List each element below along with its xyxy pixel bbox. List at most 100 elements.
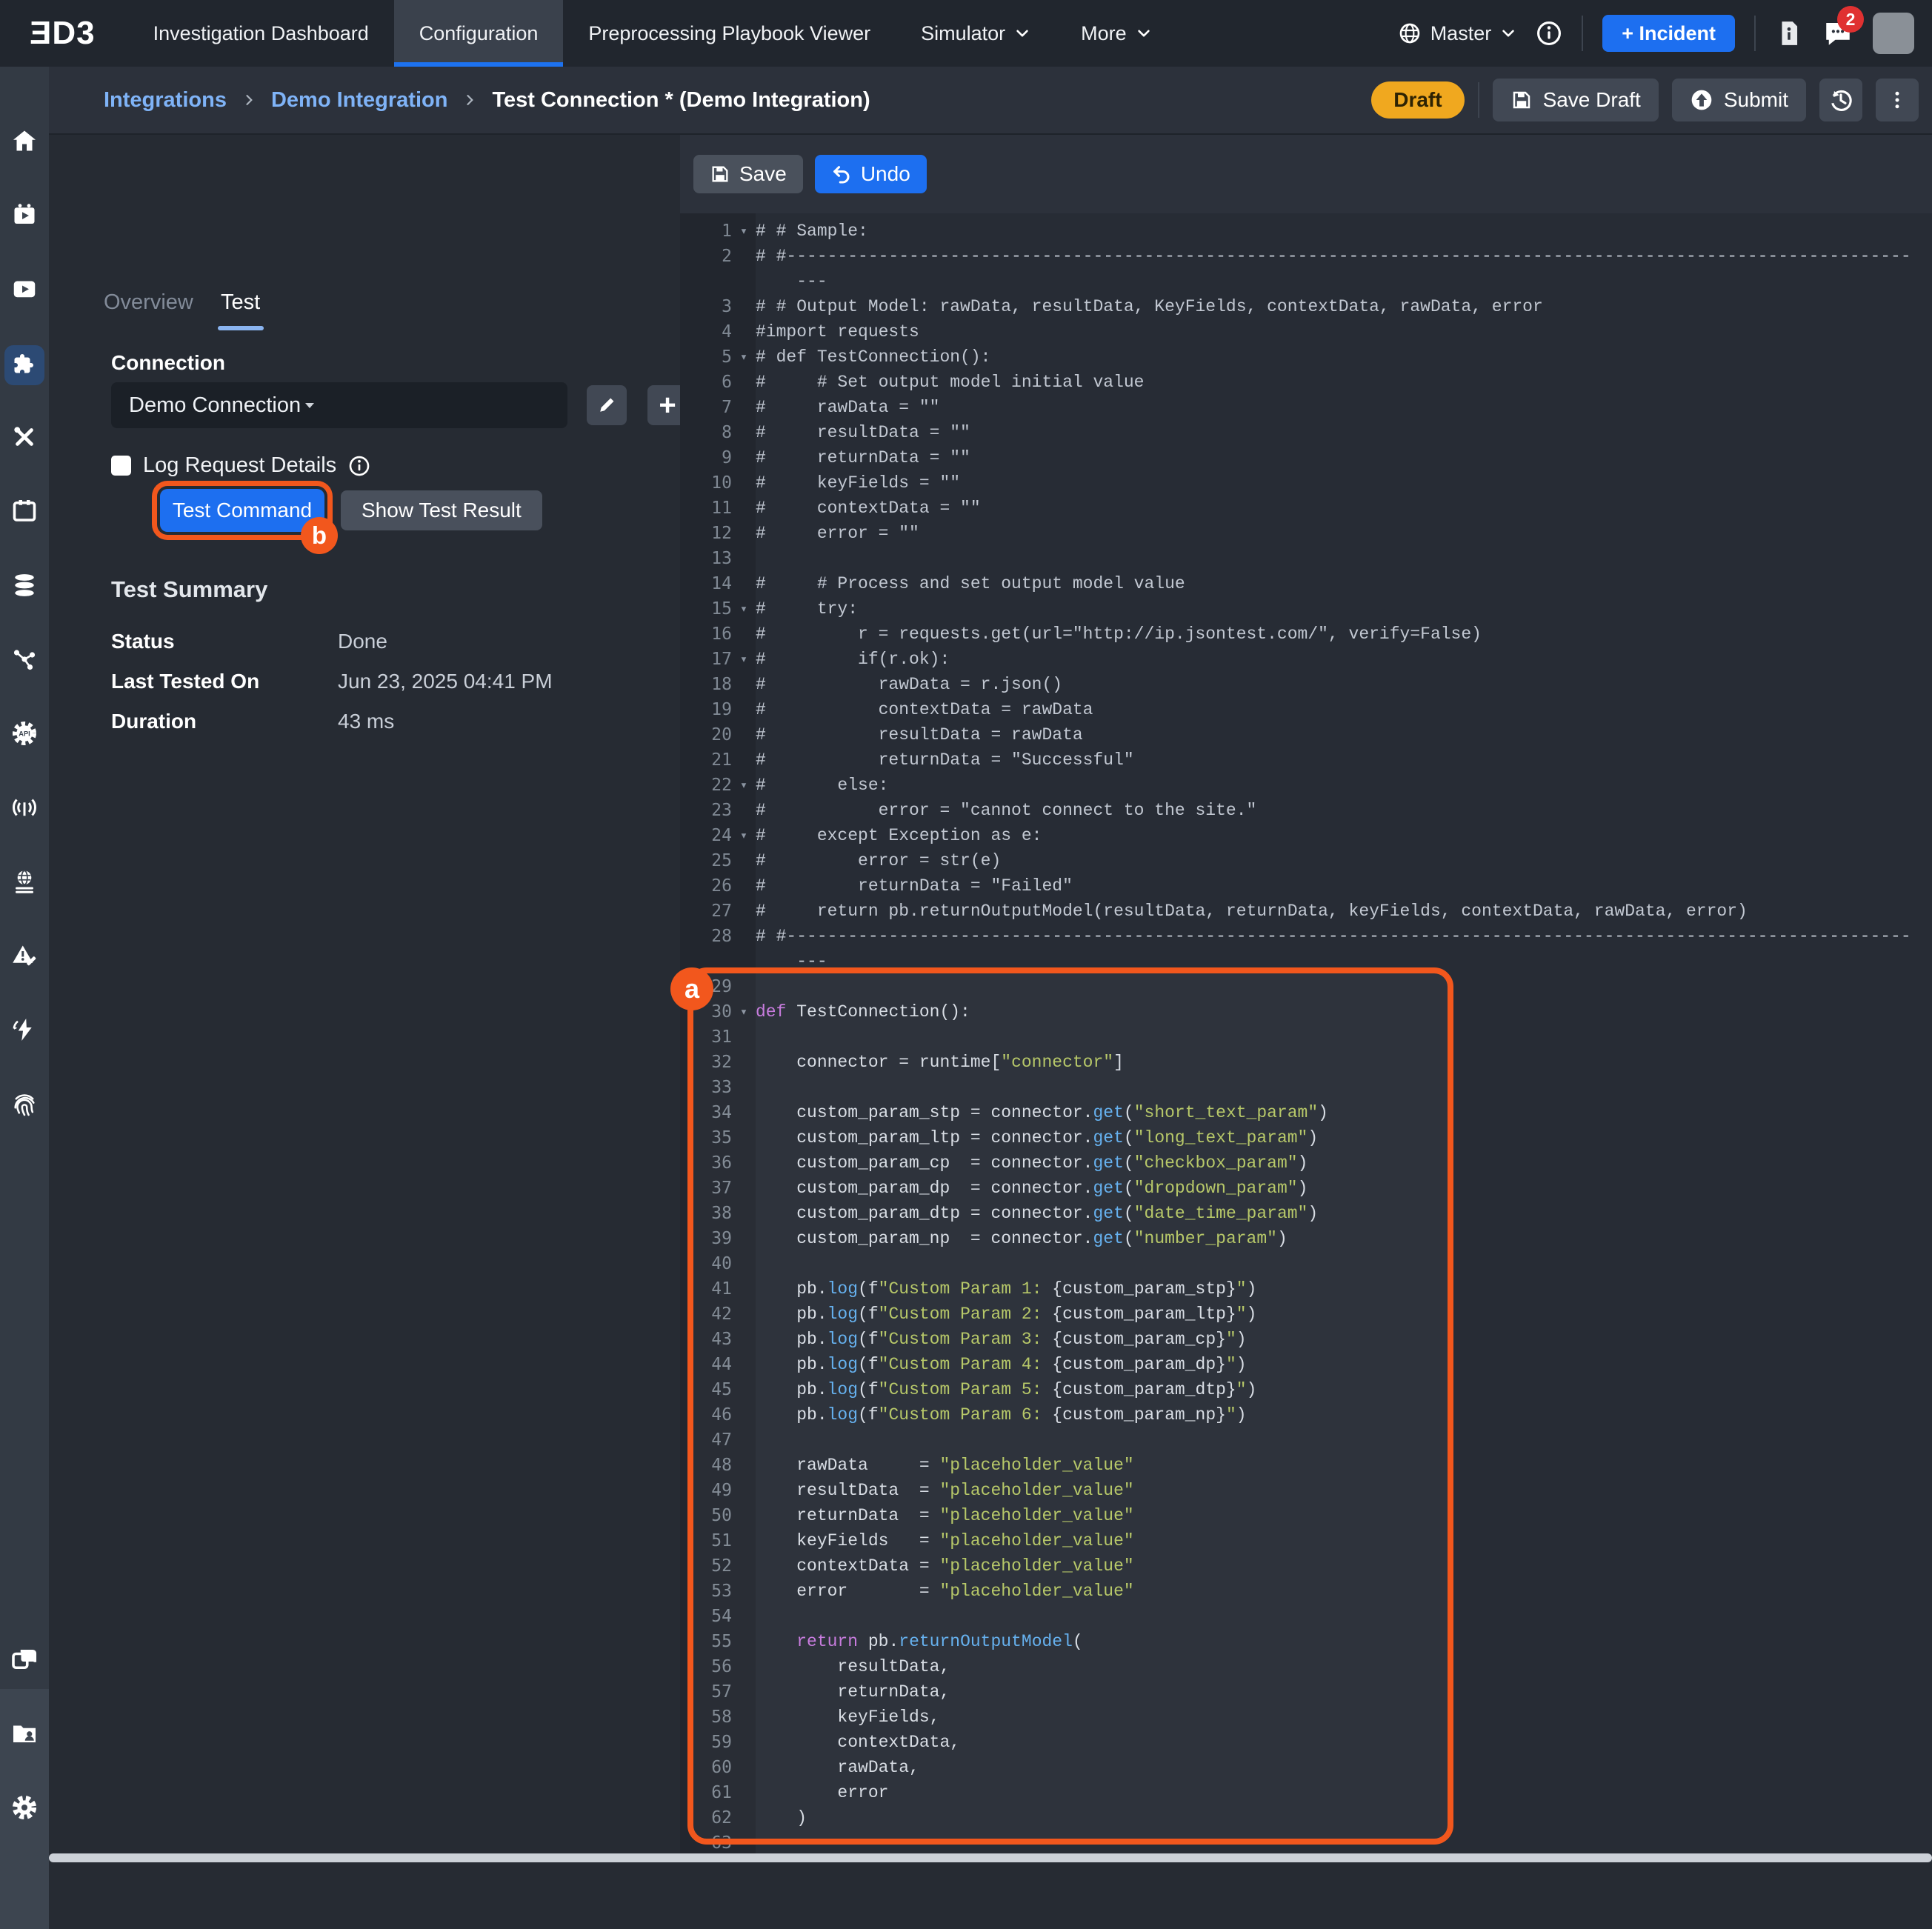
line-number: 6 xyxy=(680,373,732,392)
code-text: custom_param_np = connector.get("number_… xyxy=(756,1229,1288,1248)
breadcrumb-actions: Draft Save Draft Submit xyxy=(1371,79,1932,121)
code-line: 43 pb.log(f"Custom Param 3: {custom_para… xyxy=(680,1327,1932,1352)
code-line: 42 pb.log(f"Custom Param 2: {custom_para… xyxy=(680,1302,1932,1327)
code-text: # rawData = r.json() xyxy=(756,675,1062,694)
nav-item-preprocessing-playbook-viewer[interactable]: Preprocessing Playbook Viewer xyxy=(563,0,896,67)
line-number: 51 xyxy=(680,1531,732,1550)
code-text: pb.log(f"Custom Param 2: {custom_param_l… xyxy=(756,1305,1256,1324)
line-number: 53 xyxy=(680,1582,732,1601)
chat-button[interactable]: 2 xyxy=(1822,18,1853,49)
chevron-down-icon xyxy=(1014,25,1030,41)
line-number: 18 xyxy=(680,675,732,694)
floppy-icon xyxy=(710,164,730,184)
info-icon[interactable] xyxy=(348,455,370,477)
show-test-result-button[interactable]: Show Test Result xyxy=(341,490,542,530)
sidebar-item-automation-bolt[interactable] xyxy=(7,1012,42,1047)
code-line: 36 custom_param_cp = connector.get("chec… xyxy=(680,1150,1932,1176)
sidebar-item-board[interactable] xyxy=(7,493,42,529)
code-line: 51 keyFields = "placeholder_value" xyxy=(680,1528,1932,1553)
code-text: resultData, xyxy=(756,1657,950,1676)
submit-label: Submit xyxy=(1724,88,1788,112)
breadcrumb-link[interactable]: Demo Integration xyxy=(271,88,447,113)
fold-caret-icon[interactable]: ▾ xyxy=(732,828,756,843)
code-text: # # Set output model initial value xyxy=(756,373,1145,392)
code-line: 17▾# if(r.ok): xyxy=(680,647,1932,672)
code-text: rawData = "placeholder_value" xyxy=(756,1456,1134,1475)
sidebar-item-copy-windows[interactable] xyxy=(7,1642,42,1677)
line-number: 7 xyxy=(680,398,732,417)
globe-icon xyxy=(1398,21,1422,45)
version-history-button[interactable] xyxy=(1819,79,1862,121)
editor-save-button[interactable]: Save xyxy=(693,155,803,193)
environment-selector[interactable]: Master xyxy=(1398,21,1517,45)
fold-caret-icon[interactable]: ▾ xyxy=(732,652,756,667)
sidebar-item-video-player[interactable] xyxy=(7,271,42,307)
log-request-checkbox[interactable] xyxy=(111,456,131,476)
horizontal-scrollbar[interactable] xyxy=(49,1853,1932,1862)
line-number: 22 xyxy=(680,776,732,795)
fold-caret-icon[interactable]: ▾ xyxy=(732,224,756,239)
code-text: custom_param_stp = connector.get("short_… xyxy=(756,1103,1328,1122)
sidebar-item-home[interactable] xyxy=(7,123,42,159)
code-line: 31 xyxy=(680,1025,1932,1050)
code-text: custom_param_dp = connector.get("dropdow… xyxy=(756,1179,1308,1198)
code-line: 40 xyxy=(680,1251,1932,1276)
code-editor[interactable]: 1▾# # Sample:2# #-----------------------… xyxy=(680,213,1932,1855)
save-draft-button[interactable]: Save Draft xyxy=(1493,79,1659,121)
code-text: # return pb.returnOutputModel(resultData… xyxy=(756,902,1748,921)
line-number: 59 xyxy=(680,1733,732,1752)
fold-caret-icon[interactable]: ▾ xyxy=(732,602,756,616)
edit-connection-button[interactable] xyxy=(587,385,627,425)
divider xyxy=(1582,16,1583,51)
code-text: # except Exception as e: xyxy=(756,826,1042,845)
code-line: 63 xyxy=(680,1830,1932,1855)
sidebar-item-integrations-puzzle[interactable] xyxy=(4,345,44,385)
breadcrumb-link[interactable]: Integrations xyxy=(104,88,227,113)
sidebar-item-antenna[interactable] xyxy=(7,790,42,825)
fold-caret-icon[interactable]: ▾ xyxy=(732,350,756,364)
code-line: 11# contextData = "" xyxy=(680,496,1932,521)
code-text: # error = "" xyxy=(756,524,919,543)
test-command-button[interactable]: Test Command xyxy=(160,489,324,532)
nav-item-simulator[interactable]: Simulator xyxy=(896,0,1056,67)
document-info-icon[interactable] xyxy=(1775,19,1803,47)
code-text: # # Sample: xyxy=(756,221,868,241)
code-line: 24▾# except Exception as e: xyxy=(680,823,1932,848)
sidebar-item-web-globe[interactable] xyxy=(7,864,42,899)
network-nodes-icon xyxy=(11,646,38,673)
nav-item-more[interactable]: More xyxy=(1056,0,1177,67)
svg-text:API: API xyxy=(19,730,30,738)
active-tab-underline xyxy=(218,326,264,330)
sidebar-item-utility-tools[interactable] xyxy=(7,419,42,455)
new-incident-button[interactable]: + Incident xyxy=(1602,15,1735,52)
line-number: 58 xyxy=(680,1708,732,1727)
tab-test[interactable]: Test xyxy=(221,290,260,315)
sidebar-item-settings-gear[interactable] xyxy=(7,1790,42,1825)
line-number: 12 xyxy=(680,524,732,543)
nav-item-configuration[interactable]: Configuration xyxy=(394,0,564,67)
code-line: 4#import requests xyxy=(680,319,1932,344)
more-options-button[interactable] xyxy=(1876,79,1919,121)
line-number: 43 xyxy=(680,1330,732,1349)
sidebar-item-api-gear[interactable]: API xyxy=(7,716,42,751)
fold-caret-icon[interactable]: ▾ xyxy=(732,778,756,793)
summary-label: Last Tested On xyxy=(111,670,338,693)
sidebar-item-database[interactable] xyxy=(7,567,42,603)
tab-overview[interactable]: Overview xyxy=(104,290,193,315)
sidebar-item-playbook-calendar[interactable] xyxy=(7,197,42,233)
sidebar-item-network-nodes[interactable] xyxy=(7,642,42,677)
info-icon[interactable] xyxy=(1536,20,1562,47)
submit-button[interactable]: Submit xyxy=(1672,79,1806,121)
editor-undo-button[interactable]: Undo xyxy=(815,155,927,193)
pencil-icon xyxy=(596,395,617,416)
sidebar-item-shared-folder[interactable] xyxy=(7,1716,42,1751)
fold-caret-icon[interactable]: ▾ xyxy=(732,1005,756,1019)
nav-item-investigation-dashboard[interactable]: Investigation Dashboard xyxy=(128,0,394,67)
chevron-down-icon xyxy=(1136,25,1152,41)
connection-select[interactable]: Demo Connection xyxy=(111,382,567,428)
left-sidebar: API xyxy=(0,67,49,1862)
sidebar-item-fingerprint[interactable] xyxy=(7,1086,42,1122)
code-text: pb.log(f"Custom Param 3: {custom_param_c… xyxy=(756,1330,1247,1349)
sidebar-item-alert-edit[interactable] xyxy=(7,938,42,973)
avatar[interactable] xyxy=(1873,13,1914,54)
